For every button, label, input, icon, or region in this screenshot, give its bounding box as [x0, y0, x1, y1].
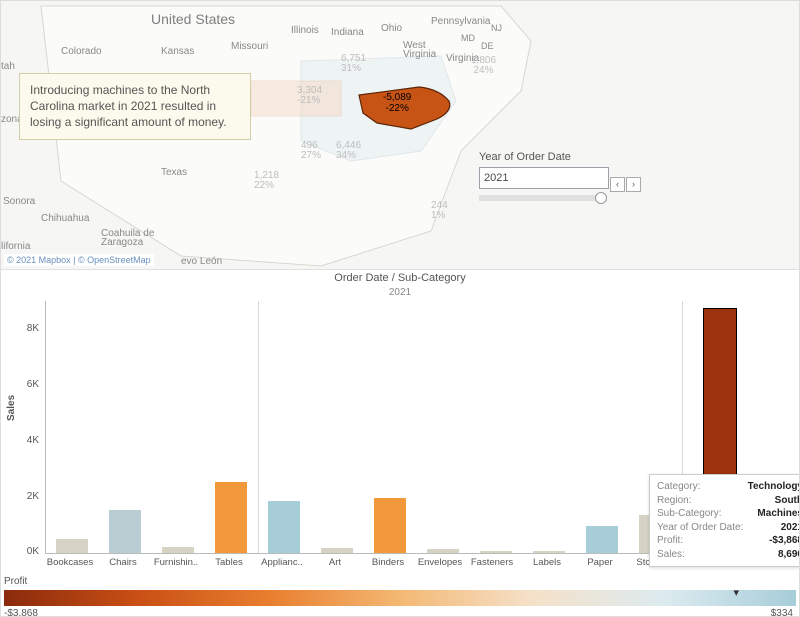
filter-next-button[interactable]: › — [626, 177, 641, 192]
filter-title: Year of Order Date — [479, 151, 619, 163]
bar-chart-header: Order Date / Sub-Category — [1, 272, 799, 284]
x-tick: Binders — [363, 557, 413, 568]
state-value-label: -5,089-22% — [383, 92, 411, 114]
x-tick: Bookcases — [45, 557, 95, 568]
legend-gradient[interactable] — [4, 590, 796, 606]
x-tick: Chairs — [98, 557, 148, 568]
dashboard-root: United States Colorado Kansas Missouri I… — [0, 0, 800, 617]
year-filter: Year of Order Date 2021 ‹ › — [479, 151, 619, 201]
filter-prev-button[interactable]: ‹ — [610, 177, 625, 192]
map-panel[interactable]: United States Colorado Kansas Missouri I… — [1, 1, 799, 270]
bar-tooltip: Category:Technology Region:South Sub-Cat… — [649, 474, 800, 567]
x-tick: Labels — [522, 557, 572, 568]
legend-min: -$3,868 — [4, 608, 38, 617]
x-tick: Furnishin.. — [151, 557, 201, 568]
bar-tables[interactable] — [215, 482, 247, 553]
x-tick: Tables — [204, 557, 254, 568]
bar-envelopes[interactable] — [427, 549, 459, 553]
x-tick: Applianc.. — [257, 557, 307, 568]
filter-slider[interactable] — [479, 195, 607, 201]
bar-furnishings[interactable] — [162, 547, 194, 553]
y-tick: 8K — [19, 323, 39, 334]
bar-binders[interactable] — [374, 498, 406, 553]
y-tick: 6K — [19, 379, 39, 390]
filter-value-input[interactable]: 2021 — [479, 167, 609, 189]
bar-art[interactable] — [321, 548, 353, 553]
annotation-callout: Introducing machines to the North Caroli… — [19, 73, 251, 140]
bar-fasteners[interactable] — [480, 551, 512, 553]
category-divider — [258, 301, 259, 553]
y-tick: 0K — [19, 546, 39, 557]
x-tick: Paper — [575, 557, 625, 568]
legend-title: Profit — [4, 576, 27, 587]
bar-paper[interactable] — [586, 526, 618, 553]
bar-bookcases[interactable] — [56, 539, 88, 553]
y-tick: 2K — [19, 491, 39, 502]
bar-appliances[interactable] — [268, 501, 300, 553]
y-axis-label: Sales — [6, 395, 17, 421]
bar-chart-subheader: 2021 — [1, 287, 799, 298]
slider-thumb[interactable] — [595, 192, 607, 204]
legend-max: $334 — [771, 608, 793, 617]
profit-color-legend: Profit ▾ -$3,868 $334 — [1, 576, 799, 616]
state-north-carolina[interactable]: -5,089-22% — [353, 85, 453, 130]
x-tick: Fasteners — [467, 557, 517, 568]
map-attribution: © 2021 Mapbox | © OpenStreetMap — [4, 254, 154, 266]
y-tick: 4K — [19, 435, 39, 446]
bar-labels[interactable] — [533, 551, 565, 553]
bar-chairs[interactable] — [109, 510, 141, 553]
x-tick: Art — [310, 557, 360, 568]
legend-marker-icon: ▾ — [733, 586, 739, 599]
x-tick: Envelopes — [415, 557, 465, 568]
